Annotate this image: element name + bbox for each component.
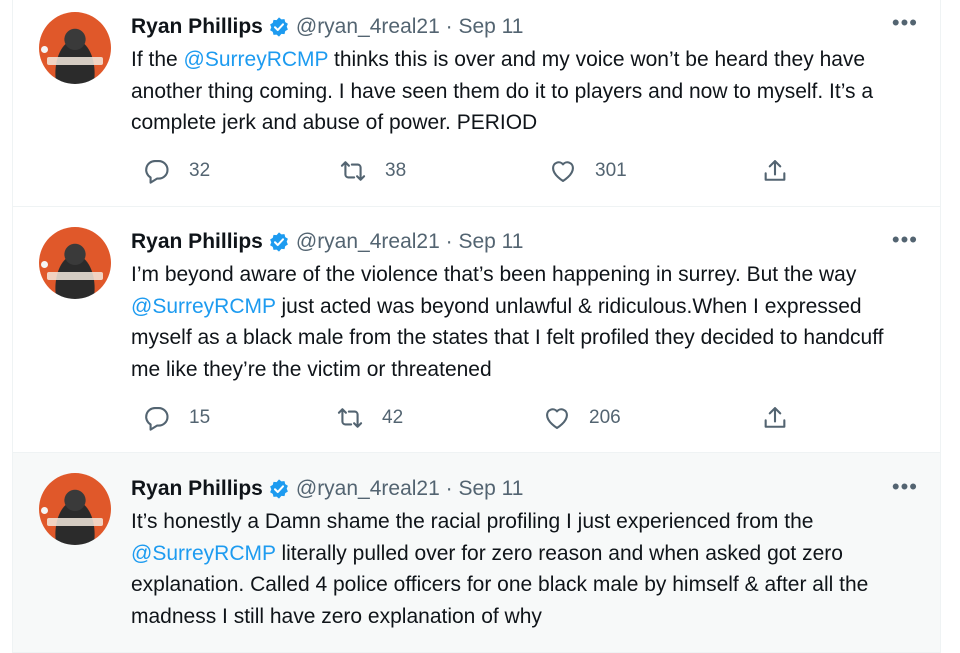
- retweet-button[interactable]: 38: [339, 157, 406, 185]
- separator-dot: ·: [439, 230, 459, 253]
- tweet-text: It’s honestly a Damn shame the racial pr…: [131, 506, 911, 632]
- avatar[interactable]: [39, 227, 111, 299]
- heart-icon: [552, 161, 574, 182]
- separator-dot: ·: [439, 15, 459, 38]
- retweet-button[interactable]: 42: [336, 404, 403, 432]
- retweet-count: 42: [382, 407, 404, 428]
- tweet-text-segment: It’s honestly a Damn shame the racial pr…: [131, 510, 814, 533]
- mention-link[interactable]: @SurreyRCMP: [131, 295, 276, 318]
- tweet-date[interactable]: Sep 11: [458, 230, 523, 254]
- reply-icon: [145, 160, 169, 184]
- tweet-text: I’m beyond aware of the violence that’s …: [131, 259, 911, 385]
- reply-count: 15: [189, 407, 211, 428]
- share-button[interactable]: [761, 157, 789, 185]
- reply-count: 32: [189, 160, 211, 181]
- more-horizontal-icon[interactable]: •••: [892, 229, 918, 251]
- share-icon: [764, 407, 786, 428]
- tweet-date[interactable]: Sep 11: [458, 15, 523, 39]
- verified-badge-icon: [269, 17, 288, 37]
- like-button[interactable]: 206: [543, 404, 621, 432]
- author-name[interactable]: Ryan Phillips: [131, 230, 263, 254]
- like-button[interactable]: 301: [549, 157, 627, 185]
- retweet-icon: [337, 408, 363, 428]
- tweet-3[interactable]: Ryan Phillips @ryan_4real21 · Sep 11 •••…: [12, 453, 941, 653]
- share-icon: [764, 160, 786, 181]
- verified-badge-icon: [269, 232, 288, 252]
- tweet-date[interactable]: Sep 11: [458, 477, 523, 501]
- reply-icon: [145, 407, 169, 431]
- verified-badge-icon: [269, 479, 288, 499]
- author-handle[interactable]: @ryan_4real21: [296, 230, 440, 254]
- like-count: 301: [595, 160, 627, 181]
- tweet-text-segment: I’m beyond aware of the violence that’s …: [131, 263, 857, 286]
- like-count: 206: [589, 407, 621, 428]
- heart-icon: [546, 408, 568, 429]
- author-handle[interactable]: @ryan_4real21: [296, 15, 440, 39]
- retweet-icon: [340, 161, 366, 181]
- tweet-actions: 15 42 206: [131, 404, 821, 434]
- tweet-header: Ryan Phillips @ryan_4real21 · Sep 11: [131, 12, 523, 42]
- avatar[interactable]: [39, 473, 111, 545]
- tweet-header: Ryan Phillips @ryan_4real21 · Sep 11: [131, 474, 523, 504]
- tweet-text-segment: If the: [131, 48, 184, 71]
- tweet-2[interactable]: Ryan Phillips @ryan_4real21 · Sep 11 •••…: [12, 207, 941, 453]
- reply-button[interactable]: 32: [143, 157, 210, 185]
- share-button[interactable]: [761, 404, 789, 432]
- author-handle[interactable]: @ryan_4real21: [296, 477, 440, 501]
- author-name[interactable]: Ryan Phillips: [131, 477, 263, 501]
- separator-dot: ·: [439, 477, 459, 500]
- avatar[interactable]: [39, 12, 111, 84]
- author-name[interactable]: Ryan Phillips: [131, 15, 263, 39]
- more-horizontal-icon[interactable]: •••: [892, 476, 918, 498]
- more-horizontal-icon[interactable]: •••: [892, 12, 918, 34]
- tweet-text: If the @SurreyRCMP thinks this is over a…: [131, 44, 911, 139]
- tweet-1[interactable]: Ryan Phillips @ryan_4real21 · Sep 11 •••…: [12, 0, 941, 207]
- tweet-feed: Ryan Phillips @ryan_4real21 · Sep 11 •••…: [0, 0, 960, 653]
- retweet-count: 38: [385, 160, 407, 181]
- tweet-header: Ryan Phillips @ryan_4real21 · Sep 11: [131, 227, 523, 257]
- reply-button[interactable]: 15: [143, 404, 210, 432]
- tweet-actions: 32 38 301: [131, 157, 821, 187]
- mention-link[interactable]: @SurreyRCMP: [184, 48, 329, 71]
- mention-link[interactable]: @SurreyRCMP: [131, 542, 276, 565]
